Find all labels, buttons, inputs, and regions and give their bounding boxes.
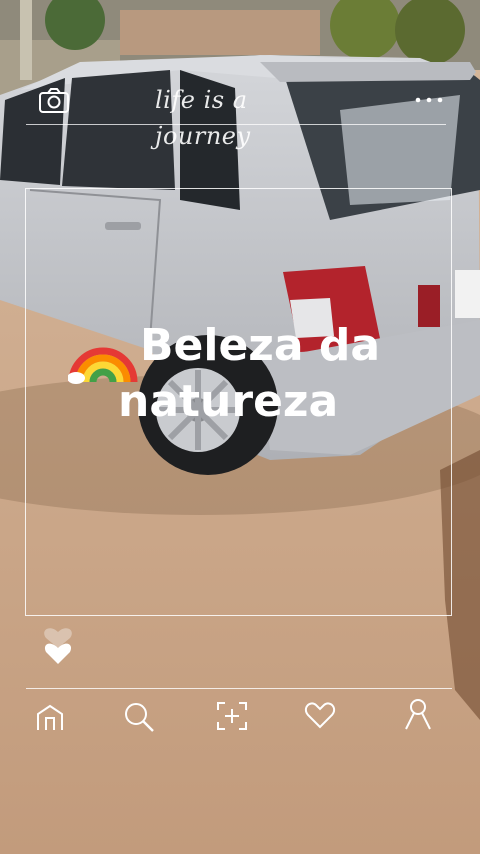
camera-icon[interactable] [38,86,70,114]
story-title: Beleza da natureza [70,318,430,430]
title-line-1: Beleza da [140,320,381,371]
title-line-2: natureza [118,376,339,427]
bottom-divider [26,688,452,689]
search-icon[interactable] [122,700,156,734]
top-script-text: life is a journey [155,86,251,150]
profile-icon[interactable] [402,697,434,731]
add-post-icon[interactable] [215,700,249,732]
heart-icon[interactable] [40,612,76,668]
story-screen: life is a journey Beleza da natureza [0,0,480,854]
home-icon[interactable] [34,702,66,732]
more-dots-icon[interactable] [414,96,444,104]
heart-nav-icon[interactable] [303,700,337,730]
